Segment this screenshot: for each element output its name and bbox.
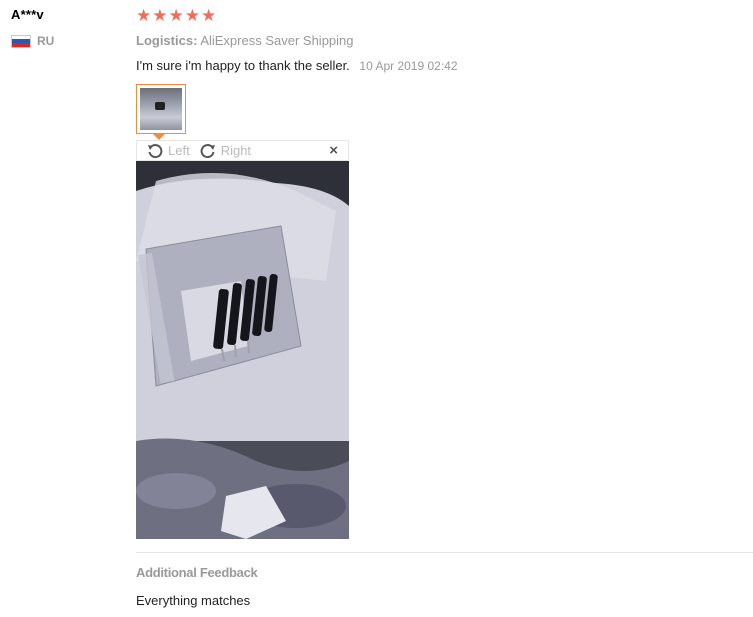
additional-feedback-text: Everything matches — [136, 593, 251, 608]
thumbnail-caret-icon — [152, 133, 166, 140]
close-viewer-button[interactable]: × — [329, 143, 338, 158]
rotate-right-label: Right — [220, 143, 252, 158]
star-icon: ★ — [152, 6, 168, 25]
rotate-left-label: Left — [168, 143, 190, 158]
rotate-right-icon — [200, 143, 215, 158]
star-rating: ★ ★ ★ ★ ★ — [136, 6, 216, 26]
logistics-label: Logistics: — [136, 33, 198, 48]
star-icon: ★ — [184, 6, 200, 25]
logistics-info: Logistics: AliExpress Saver Shipping — [136, 33, 354, 48]
logistics-value: AliExpress Saver Shipping — [200, 33, 354, 48]
rotate-left-button[interactable]: Left — [147, 143, 190, 159]
review-date: 10 Apr 2019 02:42 — [359, 59, 458, 73]
section-divider — [136, 552, 753, 553]
country-code: RU — [37, 34, 55, 48]
star-icon: ★ — [136, 6, 152, 25]
review-text-line: I'm sure i'm happy to thank the seller. … — [136, 58, 458, 73]
review-text: I'm sure i'm happy to thank the seller. — [136, 58, 350, 73]
rotate-right-button[interactable]: Right — [200, 143, 251, 159]
reviewer-country: RU — [11, 34, 54, 48]
star-icon: ★ — [201, 6, 217, 25]
review-photo-large — [136, 161, 349, 539]
russia-flag-icon — [11, 34, 31, 48]
image-viewer-toolbar: Left Right × — [136, 140, 349, 161]
thumbnail-image — [140, 88, 182, 130]
rotate-left-icon — [148, 143, 163, 158]
additional-feedback-title: Additional Feedback — [136, 565, 258, 580]
review-photo-thumbnail[interactable] — [136, 84, 186, 134]
star-icon: ★ — [168, 6, 184, 25]
review-photo-image — [136, 161, 349, 539]
reviewer-name: A***v — [11, 7, 44, 22]
